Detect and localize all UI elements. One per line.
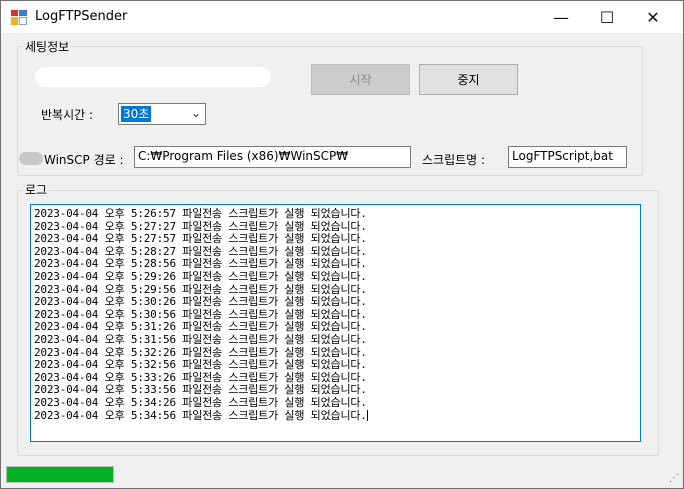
redacted-label (19, 152, 43, 165)
script-name-label: 스크립트명 : (422, 153, 486, 167)
log-line: 2023-04-04 오후 5:31:56 파일전송 스크립트가 실행 되었습니… (34, 332, 367, 346)
log-lines: 2023-04-04 오후 5:26:57 파일전송 스크립트가 실행 되었습니… (31, 205, 640, 422)
app-window: LogFTPSender — ☐ ✕ 세팅정보 시작 중지 반복시간 : 30초… (0, 0, 684, 489)
minimize-icon: — (553, 7, 569, 27)
script-name-value: LogFTPScript,bat (512, 149, 613, 163)
repeat-time-label: 반복시간 : (41, 108, 94, 122)
repeat-time-select[interactable]: 30초 ⌄ (118, 103, 206, 125)
log-line: 2023-04-04 오후 5:26:57 파일전송 스크립트가 실행 되었습니… (34, 207, 367, 220)
stop-button-label: 중지 (457, 73, 480, 87)
winscp-path-value: C:₩Program Files (x86)₩WinSCP₩ (138, 149, 349, 163)
winscp-path-input[interactable]: C:₩Program Files (x86)₩WinSCP₩ (134, 146, 411, 168)
start-button[interactable]: 시작 (311, 64, 410, 95)
script-name-input[interactable]: LogFTPScript,bat (508, 146, 627, 168)
chevron-down-icon: ⌄ (190, 106, 201, 120)
maximize-button[interactable]: ☐ (584, 1, 630, 33)
repeat-time-value: 30초 (121, 106, 152, 122)
settings-legend: 세팅정보 (23, 38, 72, 55)
log-line: 2023-04-04 오후 5:32:56 파일전송 스크립트가 실행 되었습니… (34, 358, 367, 372)
log-textarea[interactable]: 2023-04-04 오후 5:26:57 파일전송 스크립트가 실행 되었습니… (30, 204, 641, 442)
log-line: 2023-04-04 오후 5:34:56 파일전송 스크립트가 실행 되었습니… (34, 408, 368, 422)
stop-button[interactable]: 중지 (419, 64, 518, 95)
start-button-label: 시작 (349, 73, 372, 87)
window-title: LogFTPSender (35, 9, 128, 24)
progress-fill (7, 467, 113, 482)
log-legend: 로그 (23, 181, 50, 198)
log-line: 2023-04-04 오후 5:34:26 파일전송 스크립트가 실행 되었습니… (34, 395, 367, 409)
log-line: 2023-04-04 오후 5:30:26 파일전송 스크립트가 실행 되었습니… (34, 295, 367, 309)
winscp-path-label: WinSCP 경로 : (44, 153, 124, 167)
redacted-field (35, 67, 271, 87)
log-line: 2023-04-04 오후 5:29:26 파일전송 스크립트가 실행 되었습니… (34, 269, 367, 283)
close-button[interactable]: ✕ (630, 1, 676, 33)
text-caret (366, 410, 368, 421)
resize-grip-icon[interactable]: ⋰ (669, 473, 679, 484)
progress-bar (6, 466, 114, 483)
title-bar[interactable]: LogFTPSender — ☐ ✕ (1, 1, 683, 33)
log-line: 2023-04-04 오후 5:27:57 파일전송 스크립트가 실행 되었습니… (34, 232, 367, 246)
maximize-icon: ☐ (599, 7, 615, 27)
minimize-button[interactable]: — (538, 1, 584, 33)
app-window-icon (11, 10, 27, 25)
close-icon: ✕ (646, 7, 660, 27)
